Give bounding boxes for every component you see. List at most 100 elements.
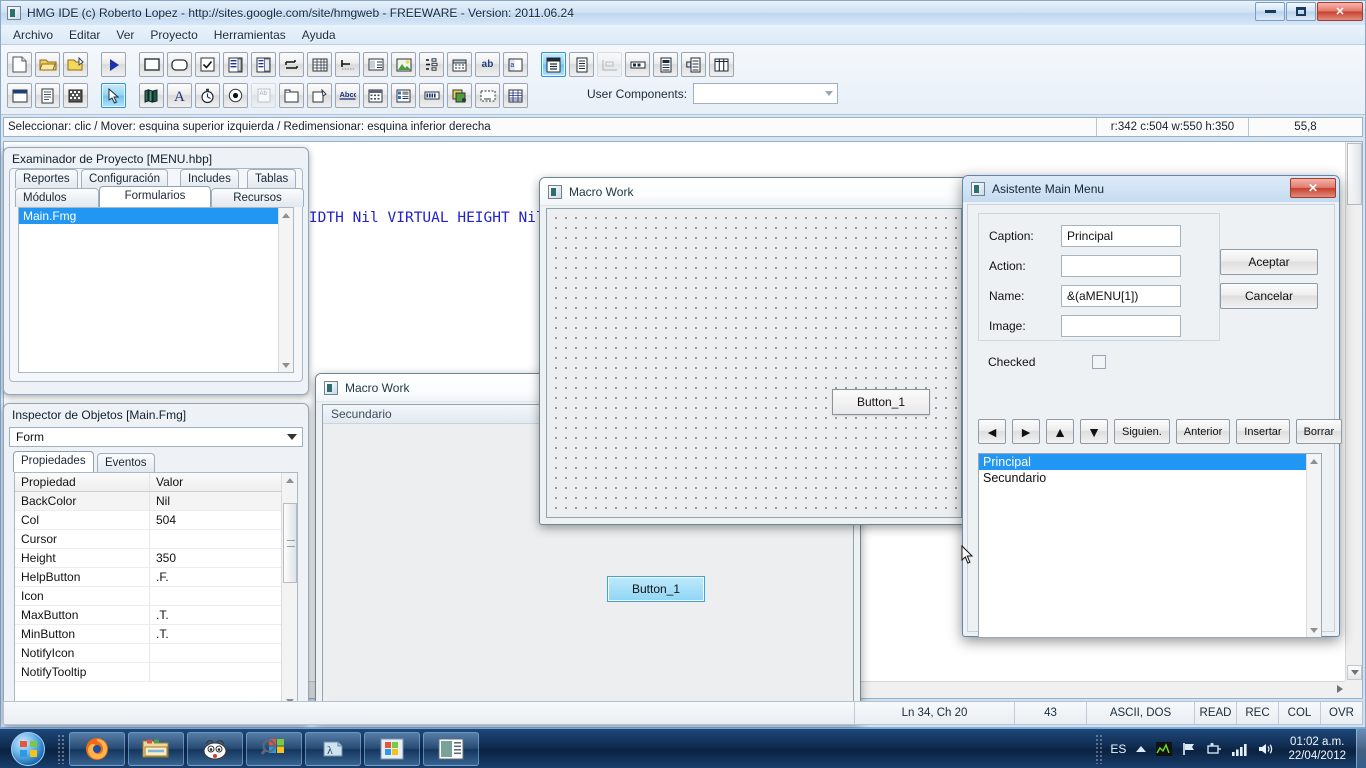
textbox-ab-icon[interactable]: Ab (251, 83, 276, 108)
move-left-button[interactable]: ◄ (978, 419, 1006, 444)
table-row[interactable]: Height 350 (15, 549, 297, 568)
close-button[interactable]: ✕ (1317, 2, 1363, 21)
chart-control-icon[interactable] (335, 52, 360, 77)
list-item[interactable]: Secundario (979, 470, 1321, 486)
table-row[interactable]: HelpButton .F. (15, 568, 297, 587)
flag-action-center-icon[interactable] (1182, 742, 1197, 756)
next-button[interactable]: Siguien. (1114, 419, 1170, 444)
timer-icon[interactable] (195, 83, 220, 108)
tab-propiedades[interactable]: Propiedades (13, 451, 94, 472)
property-value[interactable] (150, 644, 285, 662)
browse-icon[interactable] (307, 83, 332, 108)
property-value[interactable] (150, 530, 285, 548)
library-icon[interactable] (139, 83, 164, 108)
window-icon[interactable] (7, 83, 32, 108)
tab-modulos[interactable]: Módulos (15, 188, 99, 207)
scroll-up-button[interactable] (279, 208, 293, 222)
taskbar-item-lambda-app[interactable]: λ (305, 732, 361, 766)
scroll-down-button[interactable] (279, 358, 293, 372)
grid-scroll-up-button[interactable] (282, 473, 297, 487)
detail-list-icon[interactable] (391, 83, 416, 108)
font-a-icon[interactable]: A (167, 83, 192, 108)
tab-recursos[interactable]: Recursos (211, 188, 304, 207)
dialog-titlebar[interactable]: Asistente Main Menu ✕ (963, 176, 1339, 202)
taskbar-item-file-explorer[interactable] (128, 732, 184, 766)
table-row[interactable]: NotifyTooltip (15, 663, 297, 682)
new-file-icon[interactable] (7, 52, 32, 77)
tree-struct-icon[interactable] (681, 52, 706, 77)
checked-checkbox[interactable] (1092, 355, 1106, 369)
taskbar-item-firefox[interactable] (69, 732, 125, 766)
pointer-icon[interactable] (101, 83, 126, 108)
clock[interactable]: 01:02 a.m. 22/04/2012 (1288, 735, 1346, 763)
asistente-main-menu-dialog[interactable]: Asistente Main Menu ✕ Caption: Principal… (962, 175, 1340, 637)
tab-formularios[interactable]: Formularios (99, 186, 211, 207)
doc-struct-icon[interactable] (653, 52, 678, 77)
statusbar-icon[interactable] (597, 52, 622, 77)
image-control-icon[interactable] (391, 52, 416, 77)
form-menu-item-secundario[interactable]: Secundario (331, 407, 392, 421)
taskbar-item-hmg-ide[interactable] (423, 732, 479, 766)
run-icon[interactable] (101, 52, 126, 77)
signal-bars-icon[interactable] (1232, 743, 1248, 756)
editor-vscroll-thumb[interactable] (1347, 143, 1362, 205)
editor-vertical-scrollbar[interactable] (1345, 142, 1362, 681)
property-value[interactable]: 504 (150, 511, 285, 529)
tree-control-icon[interactable] (419, 52, 444, 77)
network-monitor-icon[interactable] (1156, 742, 1172, 756)
tab-eventos[interactable]: Eventos (97, 453, 155, 472)
tab-tablas[interactable]: Tablas (247, 169, 296, 188)
dialog-close-button[interactable]: ✕ (1290, 178, 1336, 198)
calendar-control-icon[interactable] (447, 52, 472, 77)
list-item[interactable]: Principal (979, 454, 1321, 470)
menu-archivo[interactable]: Archivo (5, 26, 61, 44)
table-row[interactable]: Col 504 (15, 511, 297, 530)
list-scroll-up-button[interactable] (1307, 454, 1321, 468)
taskbar-item-windows-app[interactable] (364, 732, 420, 766)
start-button[interactable] (2, 730, 54, 768)
minimize-button[interactable] (1255, 2, 1285, 21)
list-item[interactable]: Main.Fmg (19, 208, 293, 224)
datagrid-icon[interactable] (503, 83, 528, 108)
user-components-select[interactable] (693, 83, 838, 104)
radio-dot-icon[interactable] (223, 83, 248, 108)
menu-ayuda[interactable]: Ayuda (294, 26, 344, 44)
open-folder-icon[interactable] (35, 52, 60, 77)
grid-fill-icon[interactable] (63, 83, 88, 108)
monthcal-icon[interactable] (363, 83, 388, 108)
progress-icon[interactable] (419, 83, 444, 108)
caption-input[interactable]: Principal (1061, 225, 1181, 247)
table-row[interactable]: MaxButton .T. (15, 606, 297, 625)
menu-main-icon[interactable] (541, 52, 566, 77)
checkbox-control-icon[interactable] (195, 52, 220, 77)
property-value[interactable]: Nil (150, 492, 285, 510)
form-button-1-secondary[interactable]: Button_1 (607, 576, 705, 602)
menu-ver[interactable]: Ver (108, 26, 142, 44)
tab-reportes[interactable]: Reportes (15, 169, 78, 188)
move-down-button[interactable]: ▼ (1080, 419, 1108, 444)
macro-work-titlebar-primary[interactable]: Macro Work (540, 178, 968, 206)
macro-work-window-primary[interactable]: Macro Work Button_1 (539, 177, 969, 525)
columns-icon[interactable] (709, 52, 734, 77)
list-scroll-down-button[interactable] (1307, 623, 1321, 637)
macro-work-canvas-primary[interactable]: Button_1 (546, 208, 962, 518)
object-select[interactable]: Form (9, 427, 303, 447)
table-control-icon[interactable] (307, 52, 332, 77)
safely-remove-icon[interactable] (1207, 742, 1222, 756)
split-panel-icon[interactable] (363, 52, 388, 77)
rounded-control-icon[interactable] (167, 52, 192, 77)
properties-grid[interactable]: Propiedad Valor BackColor Nil Col 504 (14, 472, 298, 709)
property-value[interactable] (150, 587, 285, 605)
name-input[interactable]: &(aMENU[1]) (1061, 285, 1181, 307)
insert-button[interactable]: Insertar (1236, 419, 1289, 444)
show-hidden-icons-arrow[interactable] (1136, 746, 1146, 752)
maximize-button[interactable] (1286, 2, 1316, 21)
menu-herramientas[interactable]: Herramientas (206, 26, 294, 44)
tab-control-icon[interactable]: a (503, 52, 528, 77)
editor-scroll-down-button[interactable] (1347, 665, 1362, 680)
image-input[interactable] (1061, 315, 1181, 337)
button-control-icon[interactable] (139, 52, 164, 77)
property-value[interactable] (150, 663, 285, 681)
properties-grid-scrollbar[interactable] (281, 473, 297, 708)
property-value[interactable]: .T. (150, 606, 285, 624)
